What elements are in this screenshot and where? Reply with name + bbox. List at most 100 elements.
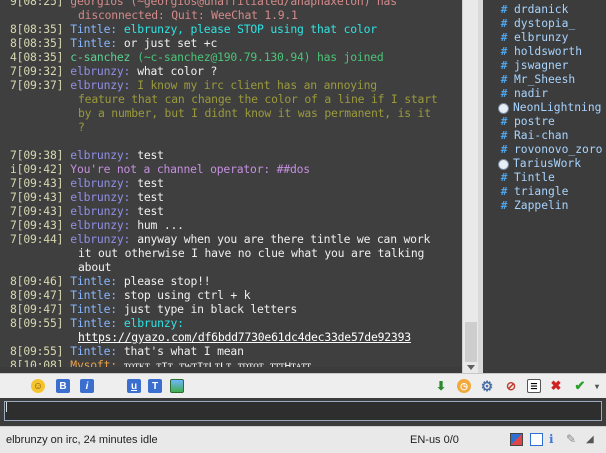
user-list-item[interactable]: # Rai-chan [483,129,606,143]
nick[interactable]: elbrunzy: [70,218,130,232]
block-icon[interactable]: ⊘ [504,379,518,393]
message-input[interactable] [4,401,602,421]
line-prefix: 8 [10,344,17,358]
user-list-item[interactable]: # Tintle [483,171,606,185]
nick[interactable]: Tintle: [70,36,117,50]
nick[interactable]: Tintle: [70,274,117,288]
nick[interactable]: Tintle: [70,288,117,302]
network-icon[interactable] [510,433,523,446]
line-prefix: 9 [10,0,17,8]
text-color-button[interactable]: T [148,379,162,393]
message-text: ᴛᴏᴛᴋᴛ ᴛɪᴛ ᴛᴡᴛɪᴛʟᴛʟᴛ ᴛᴅᴛᴏᴛ ᴛᴛᴛʜᴛᴀᴛᴛ [123,358,311,367]
timestamp: [09:43] [16,190,64,204]
background-color-icon[interactable] [170,379,184,393]
scroll-down-arrow-icon[interactable] [467,365,475,370]
pen-icon[interactable]: ✎ [566,433,579,446]
nick[interactable]: elbrunzy: [70,176,130,190]
underline-button[interactable]: u [127,379,141,393]
line-prefix: 7 [10,78,17,92]
timestamp: [08:35] [16,50,64,64]
line-prefix: 8 [10,22,17,36]
nick[interactable]: c-sanchez [70,50,130,64]
chat-link[interactable]: https://gyazo.com/df6bdd7730e61dc4dec33d… [0,330,462,344]
hash-icon: # [500,31,508,44]
line-prefix: 7 [10,218,17,232]
chevron-down-icon[interactable]: ▾ [590,379,604,393]
message-text: You're not a channel operator: ##dos [70,162,310,176]
resize-grip-icon[interactable]: ◢ [586,433,599,446]
hash-icon: # [500,87,508,100]
clock-icon[interactable]: ◷ [457,379,471,393]
user-list-item[interactable]: TariusWork [483,157,606,171]
timestamp: [09:47] [16,288,64,302]
chat-line: 7 [09:44] elbrunzy: anyway when you are the… [0,232,462,246]
chat-line: 7 [09:43] elbrunzy: test [0,176,462,190]
user-list-item[interactable]: # Mr_Sheesh [483,73,606,87]
nick[interactable]: elbrunzy: [70,190,130,204]
message-text: test [137,176,164,190]
hash-icon: # [500,143,508,156]
user-list-item[interactable]: NeonLightning [483,101,606,115]
info-icon[interactable]: ℹ [549,433,562,446]
timestamp: [09:44] [16,232,64,246]
timestamp: [09:55] [16,344,64,358]
timestamp: [09:55] [16,316,64,330]
close-icon[interactable]: ✖ [549,378,563,393]
smiley-icon[interactable]: ☺ [31,379,45,393]
nick[interactable]: elbrunzy: [70,204,130,218]
nick[interactable]: elbrunzy: [70,78,130,92]
user-list-item[interactable]: # jswagner [483,59,606,73]
message-text: anyway when you are there tintle we can … [137,232,431,246]
user-list-item[interactable]: # rovonovo_zoro [483,143,606,157]
nick[interactable]: elbrunzy: [70,64,130,78]
line-prefix: 4 [10,50,17,64]
nick[interactable]: Tintle: [70,316,117,330]
user-nick: dystopia_ [514,17,576,30]
user-nick: triangle [514,185,569,198]
nick[interactable]: elbrunzy: [70,232,130,246]
idle-status: elbrunzy on irc, 24 minutes idle [6,434,158,446]
line-prefix: 8 [10,302,17,316]
nick[interactable]: georgios [70,0,123,8]
check-icon[interactable]: ✔ [573,378,587,393]
nick[interactable]: elbrunzy: [70,148,130,162]
line-prefix: 8 [10,36,17,50]
nick[interactable]: Tintle: [70,302,117,316]
nick[interactable]: Tintle: [70,22,117,36]
gear-icon[interactable]: ⚙ [480,378,494,394]
user-nick: NeonLightning [513,101,602,114]
user-nick: Tintle [514,171,555,184]
chat-line: 7 [09:32] elbrunzy: what color ? [0,64,462,78]
nick[interactable]: Tintle: [70,344,117,358]
user-list-item[interactable]: # Zappelin [483,199,606,213]
list-icon[interactable]: ☰ [527,379,541,393]
user-list-item[interactable]: # postre [483,115,606,129]
user-list-item[interactable]: # elbrunzy [483,31,606,45]
user-nick: drdanick [514,3,569,16]
bold-button[interactable]: B [56,379,70,393]
line-prefix: 8 [10,316,17,330]
chat-line-continuation: about [78,260,112,274]
scrollbar-thumb[interactable] [465,322,477,362]
italic-button[interactable]: i [80,379,94,393]
nick[interactable]: Mysoft: [70,358,117,367]
chat-scrollbar[interactable] [462,0,478,373]
chat-line-continuation: feature that can change the color of a l… [78,92,438,106]
log-icon[interactable] [530,433,543,446]
message-text: that's what I mean [123,344,244,358]
chat-line: 7 [09:43] elbrunzy: test [0,204,462,218]
download-icon[interactable]: ⬇ [434,379,448,393]
user-list-item[interactable]: # dystopia_ [483,17,606,31]
user-nick: TariusWork [513,157,582,170]
chat-line: 7 [09:37] elbrunzy: I know my irc client ha… [0,78,462,92]
message-text: please stop!! [123,274,211,288]
status-bar: elbrunzy on irc, 24 minutes idle EN-us 0… [0,426,606,453]
chat-line-continuation: disconnected: Quit: WeeChat 1.9.1 [78,8,298,22]
user-list-item[interactable]: # holdsworth [483,45,606,59]
user-list-item[interactable]: # triangle [483,185,606,199]
chat-line: 8 [09:47] Tintle: stop using ctrl + k [0,288,462,302]
line-prefix: 8 [10,358,17,367]
message-text: hum ... [137,218,184,232]
user-list-item[interactable]: # nadir [483,87,606,101]
user-list-item[interactable]: # drdanick [483,3,606,17]
